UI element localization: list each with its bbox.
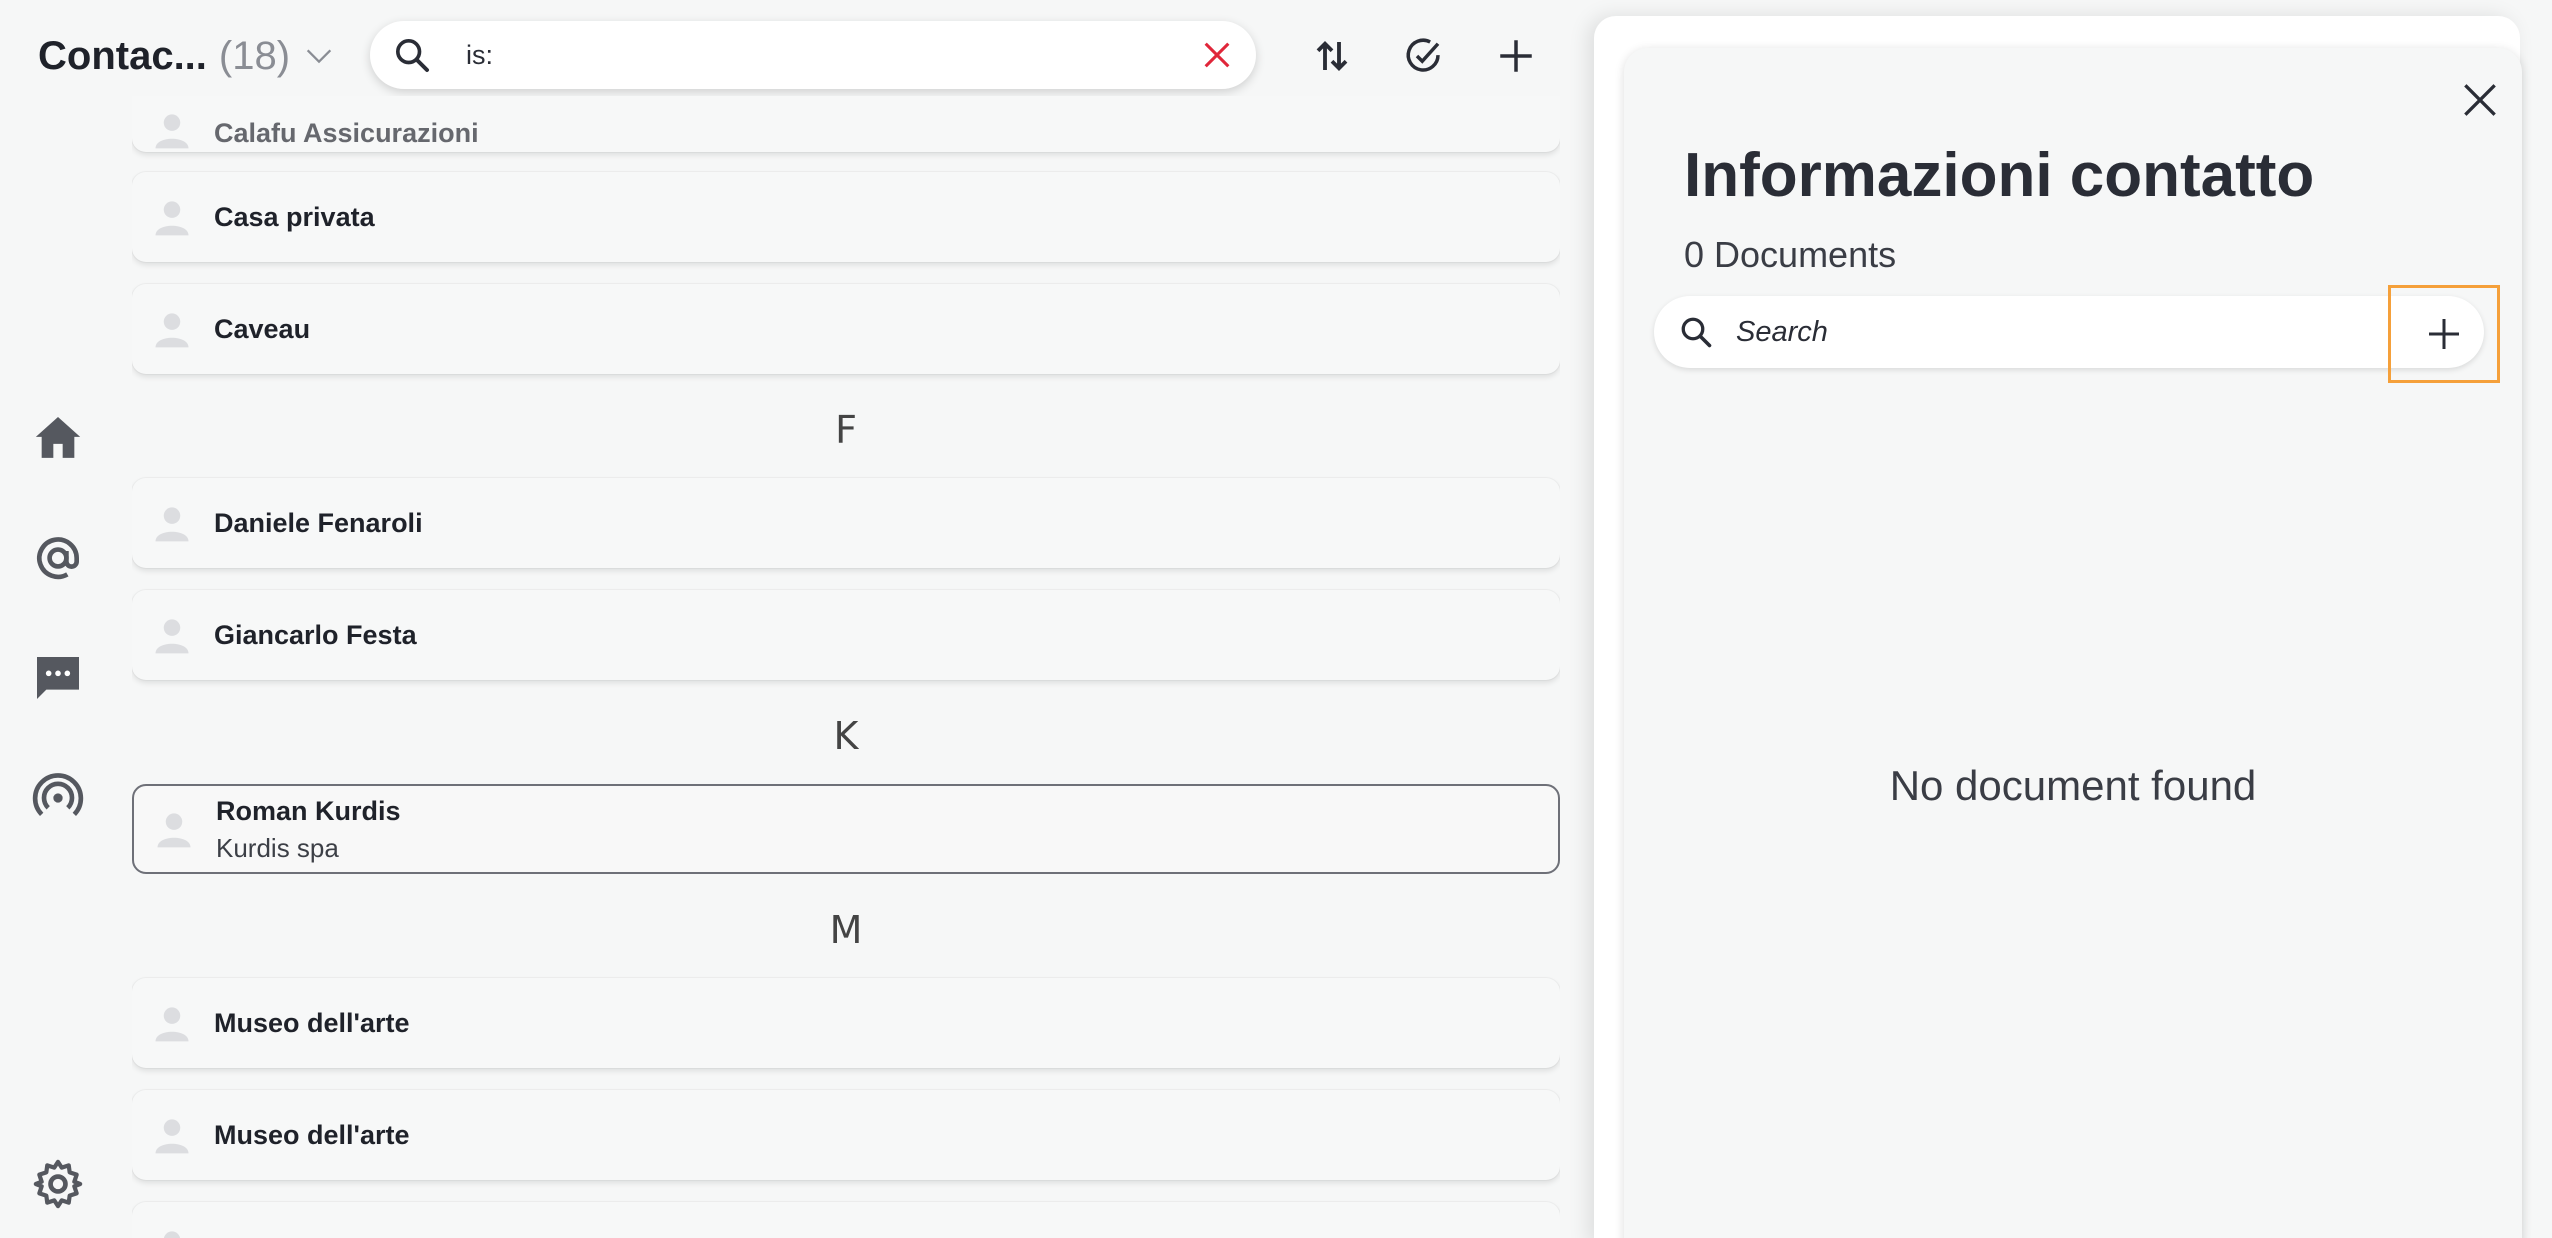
contact-name: Casa privata bbox=[214, 201, 375, 232]
add-contact-button[interactable] bbox=[1490, 30, 1542, 82]
sort-icon bbox=[1316, 41, 1348, 71]
contact-card-selected[interactable]: Roman Kurdis Kurdis spa bbox=[132, 784, 1560, 874]
person-icon bbox=[155, 619, 189, 654]
person-icon bbox=[155, 507, 189, 542]
person-icon bbox=[155, 313, 189, 348]
person-icon bbox=[157, 813, 191, 848]
contact-card[interactable]: Daniele Fenaroli bbox=[132, 478, 1560, 568]
nav-home[interactable] bbox=[30, 410, 86, 466]
home-icon bbox=[35, 417, 81, 458]
broadcast-icon bbox=[32, 773, 84, 816]
search-bar[interactable]: is: bbox=[370, 21, 1256, 89]
panel-title: Informazioni contatto bbox=[1684, 141, 2315, 210]
document-count: 0 Documents bbox=[1684, 234, 1897, 275]
nav-settings[interactable] bbox=[30, 1156, 86, 1212]
contact-info-panel: Informazioni contatto 0 Documents No doc… bbox=[1624, 48, 2522, 1238]
contact-name: Museo dell'arte bbox=[214, 1007, 410, 1038]
select-button[interactable] bbox=[1398, 30, 1450, 82]
contact-card[interactable]: Caveau bbox=[132, 284, 1560, 374]
chevron-down-icon[interactable] bbox=[302, 39, 336, 73]
person-icon bbox=[155, 114, 189, 149]
nav-broadcast[interactable] bbox=[30, 770, 86, 826]
contact-name: Museo dell'arte bbox=[214, 1119, 410, 1150]
add-document-button[interactable] bbox=[2388, 285, 2500, 383]
person-icon bbox=[155, 1119, 189, 1154]
section-header: M bbox=[829, 908, 863, 952]
contact-list[interactable]: Calafu Assicurazioni Casa privata Caveau… bbox=[132, 96, 1560, 1238]
section-header: F bbox=[835, 408, 857, 452]
contact-name: Calafu Assicurazioni bbox=[214, 118, 479, 148]
email-icon bbox=[37, 537, 79, 580]
contact-card[interactable]: Giancarlo Festa bbox=[132, 590, 1560, 680]
empty-state-text: No document found bbox=[1889, 762, 2257, 809]
document-search-input[interactable] bbox=[1736, 315, 2336, 349]
settings-icon bbox=[33, 1159, 83, 1209]
contact-name: Roman Kurdis bbox=[216, 796, 401, 826]
close-icon[interactable] bbox=[2458, 78, 2502, 122]
contact-card[interactable]: Calafu Assicurazioni bbox=[132, 96, 1560, 152]
contact-card[interactable]: Museo dell'arte bbox=[132, 1090, 1560, 1180]
page-title: Contac... bbox=[38, 33, 207, 78]
add-icon bbox=[1500, 40, 1532, 72]
contact-card[interactable]: Museo dell'arte bbox=[132, 978, 1560, 1068]
sort-button[interactable] bbox=[1306, 30, 1358, 82]
add-icon bbox=[2429, 319, 2459, 349]
nav-messages[interactable] bbox=[30, 650, 86, 706]
contact-name: Daniele Fenaroli bbox=[214, 507, 423, 538]
person-icon bbox=[155, 1007, 189, 1042]
person-icon bbox=[163, 1231, 181, 1238]
clear-icon[interactable] bbox=[1200, 38, 1234, 72]
contact-name: Giancarlo Festa bbox=[214, 619, 417, 650]
select-icon bbox=[1406, 38, 1440, 72]
contact-card[interactable]: Casa privata bbox=[132, 172, 1560, 262]
search-input[interactable]: is: bbox=[466, 40, 1200, 71]
contact-company: Kurdis spa bbox=[216, 833, 339, 863]
section-header: K bbox=[833, 714, 859, 758]
contact-name: Caveau bbox=[214, 313, 311, 344]
document-search-bar[interactable] bbox=[1654, 296, 2484, 368]
contact-count: (18) bbox=[218, 33, 291, 78]
contact-card[interactable] bbox=[132, 1202, 1560, 1238]
chat-icon bbox=[37, 657, 79, 699]
nav-email[interactable] bbox=[30, 530, 86, 586]
search-icon bbox=[396, 39, 429, 72]
search-icon bbox=[1681, 317, 1712, 348]
person-icon bbox=[155, 201, 189, 236]
app-title[interactable]: Contac... (18) bbox=[38, 30, 336, 82]
